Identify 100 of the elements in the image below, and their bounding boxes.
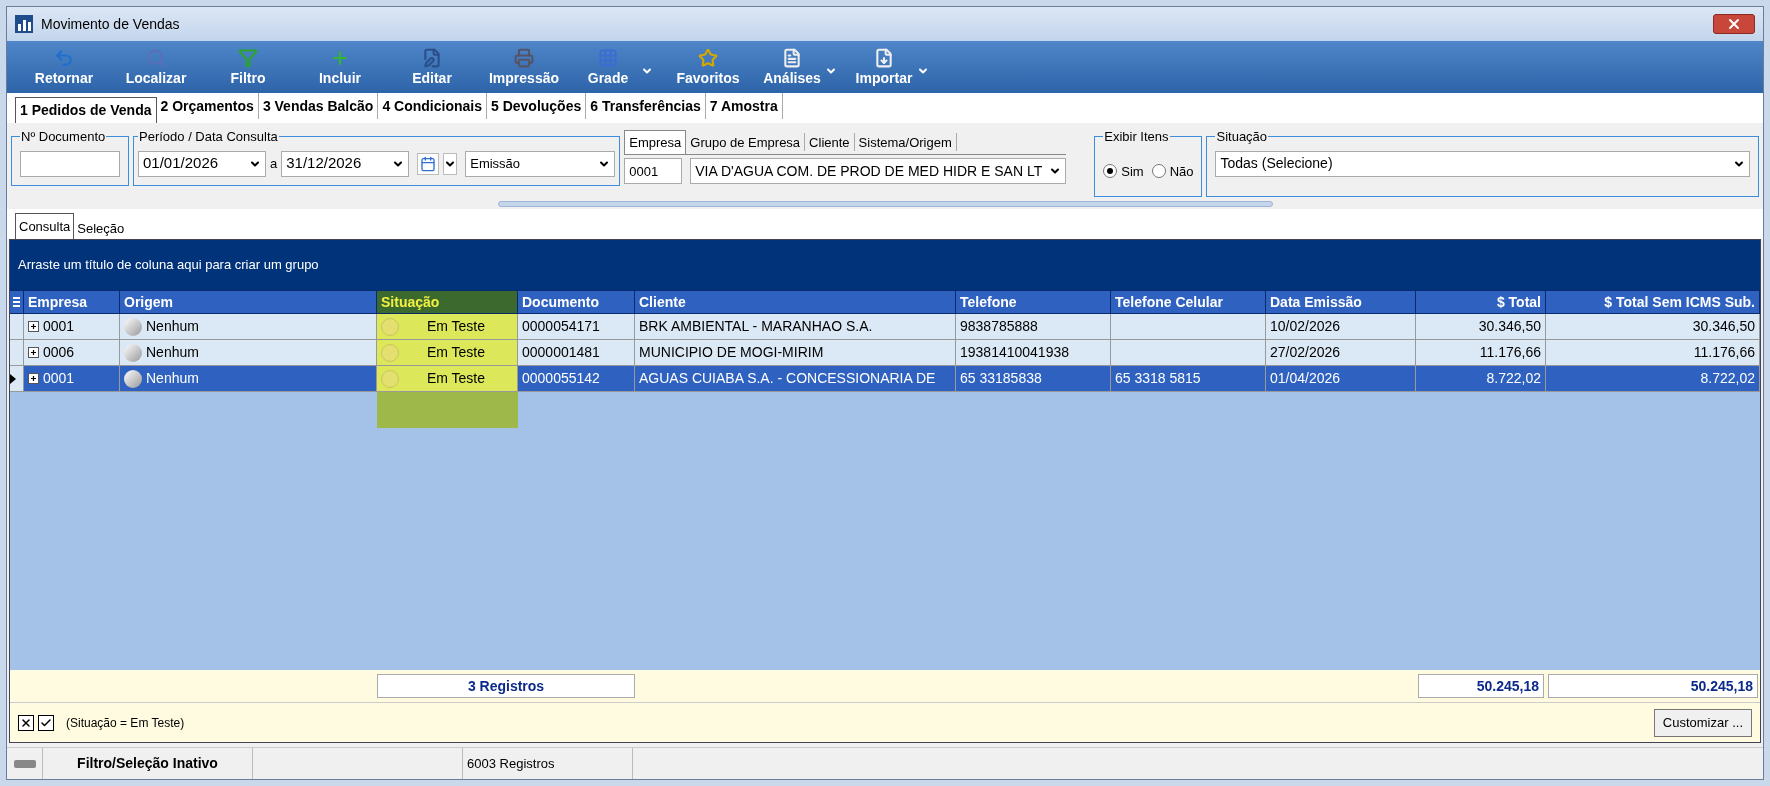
document-icon — [782, 48, 802, 68]
table-cell: 19381410041938 — [956, 340, 1111, 365]
separator-label: a — [270, 154, 278, 173]
company-select[interactable]: VIA D'AGUA COM. DE PROD DE MED HIDR E SAN LT — [690, 158, 1067, 184]
total-sum: 50.245,18 — [1476, 676, 1539, 696]
toolbar-button[interactable]: Incluir — [295, 48, 385, 89]
table-cell: 9838785888 — [956, 314, 1111, 339]
table-cell: 65 33185838 — [956, 366, 1111, 391]
table-cell: 0001 — [24, 314, 120, 339]
table-cell: 10/02/2026 — [1266, 314, 1416, 339]
tab[interactable]: 3 Vendas Balcão — [258, 93, 379, 119]
group-label: Nº Documento — [20, 128, 107, 146]
column-header[interactable]: Cliente — [635, 291, 956, 313]
toolbar-button[interactable]: Localizar — [111, 48, 201, 89]
splitter-handle[interactable] — [497, 201, 1273, 207]
tab[interactable]: 7 Amostra — [705, 93, 783, 119]
toolbar-button[interactable]: Impressão — [479, 48, 569, 89]
customize-button[interactable]: Customizar ... — [1653, 708, 1752, 737]
column-header[interactable]: Empresa — [24, 291, 120, 313]
expand-icon[interactable] — [28, 373, 39, 384]
tab[interactable]: 1 Pedidos de Venda — [15, 97, 157, 123]
table-cell: 01/04/2026 — [1266, 366, 1416, 391]
grid-icon — [598, 48, 618, 68]
column-header[interactable]: Documento — [518, 291, 635, 313]
column-header[interactable]: Situação — [377, 291, 518, 313]
radio-option[interactable]: Sim — [1103, 161, 1144, 181]
plus-icon — [330, 48, 350, 68]
printer-icon — [514, 48, 534, 68]
toolbar-button[interactable]: Análises — [755, 48, 845, 89]
table-row[interactable]: 0001 Nenhum Em Teste 0000055142 AGUAS CUIABA S.A. - CONCESSIONARIA DE 65 33185838 65 3318 5815 01/04/2026 8.722,02 8.722,02 — [10, 366, 1760, 392]
tab[interactable]: Grupo de Empresa — [686, 133, 806, 151]
date-field[interactable]: 31/12/2026 — [281, 150, 410, 177]
table-cell: Em Teste — [377, 314, 518, 339]
filter-expression: (Situação = Em Teste) — [66, 714, 185, 732]
tab[interactable]: 2 Orçamentos — [156, 93, 259, 119]
close-button[interactable] — [1713, 14, 1755, 34]
radio-button[interactable] — [1103, 164, 1118, 179]
table-cell: Nenhum — [120, 314, 377, 339]
table-cell: 11.176,66 — [1546, 340, 1760, 365]
table-cell: Nenhum — [120, 366, 377, 391]
dropdown-button[interactable] — [443, 152, 458, 175]
column-header[interactable]: $ Total — [1416, 291, 1546, 313]
table-row[interactable]: 0006 Nenhum Em Teste 0000001481 MUNICIPIO DE MOGI-MIRIM 19381410041938 27/02/2026 11.176,66 11.176,66 — [10, 340, 1760, 366]
close-icon — [1726, 16, 1742, 32]
table-cell: Em Teste — [377, 366, 518, 391]
document-field[interactable] — [20, 150, 120, 177]
group-label: Exibir Itens — [1103, 128, 1170, 146]
toolbar-button[interactable]: Editar — [387, 48, 477, 89]
column-chooser-icon[interactable] — [10, 291, 24, 313]
tab[interactable]: 4 Condicionais — [378, 93, 487, 119]
radio-option[interactable]: Não — [1151, 161, 1194, 181]
expand-icon[interactable] — [28, 321, 39, 332]
filter-checkbox[interactable] — [38, 714, 54, 731]
column-header[interactable]: Data Emissão — [1266, 291, 1416, 313]
tab[interactable]: Empresa — [624, 130, 687, 154]
status-select[interactable]: Todas (Selecione) — [1215, 150, 1750, 177]
expand-icon[interactable] — [28, 347, 39, 358]
status-text: Filtro/Seleção Inativo — [77, 754, 218, 773]
table-cell: 30.346,50 — [1546, 314, 1760, 339]
table-row[interactable]: 0001 Nenhum Em Teste 0000054171 BRK AMBIENTAL - MARANHAO S.A. 9838785888 10/02/2026 30.346,50 30.346,50 — [10, 314, 1760, 340]
tab[interactable]: Seleção — [74, 219, 128, 239]
filter-icon — [238, 48, 258, 68]
calendar-button[interactable] — [417, 152, 440, 175]
window-title: Movimento de Vendas — [41, 14, 180, 34]
total-sum: 50.245,18 — [1690, 676, 1753, 696]
date-field[interactable]: 01/01/2026 — [138, 150, 266, 177]
table-cell: 0000055142 — [518, 366, 635, 391]
toolbar-button[interactable]: Retornar — [19, 48, 109, 89]
column-header[interactable]: $ Total Sem ICMS Sub. — [1546, 291, 1760, 313]
radio-button[interactable] — [1151, 164, 1166, 179]
table-cell: 8.722,02 — [1546, 366, 1760, 391]
column-header[interactable]: Telefone Celular — [1111, 291, 1266, 313]
toolbar-button[interactable]: Importar — [847, 48, 937, 89]
tab[interactable]: Cliente — [805, 133, 855, 151]
check-icon — [40, 716, 52, 729]
edit-icon — [422, 48, 442, 68]
table-cell: 0001 — [24, 366, 120, 391]
date-type-select[interactable]: Emissão — [465, 150, 616, 177]
toolbar-button[interactable]: Grade — [571, 48, 661, 89]
table-cell: 8.722,02 — [1416, 366, 1546, 391]
tab[interactable]: 6 Transferências — [586, 93, 706, 119]
tab[interactable]: Consulta — [15, 213, 75, 239]
toolbar-button[interactable]: Filtro — [203, 48, 293, 89]
tab[interactable]: Sistema/Origem — [854, 133, 957, 151]
tab[interactable]: 5 Devoluções — [486, 93, 587, 119]
column-header[interactable]: Telefone — [956, 291, 1111, 313]
clear-filter-button[interactable] — [18, 714, 34, 731]
star-icon — [698, 48, 718, 68]
table-cell: BRK AMBIENTAL - MARANHAO S.A. — [635, 314, 956, 339]
chart-icon — [15, 15, 33, 33]
table-cell: 0006 — [24, 340, 120, 365]
search-icon — [146, 48, 166, 68]
table-cell: AGUAS CUIABA S.A. - CONCESSIONARIA DE — [635, 366, 956, 391]
table-cell: Nenhum — [120, 340, 377, 365]
record-count: 3 Registros — [467, 676, 545, 696]
group-label: Situação — [1215, 128, 1269, 146]
table-cell: 11.176,66 — [1416, 340, 1546, 365]
toolbar-button[interactable]: Favoritos — [663, 48, 753, 89]
company-code-field[interactable]: 0001 — [624, 158, 683, 184]
table-cell: 30.346,50 — [1416, 314, 1546, 339]
